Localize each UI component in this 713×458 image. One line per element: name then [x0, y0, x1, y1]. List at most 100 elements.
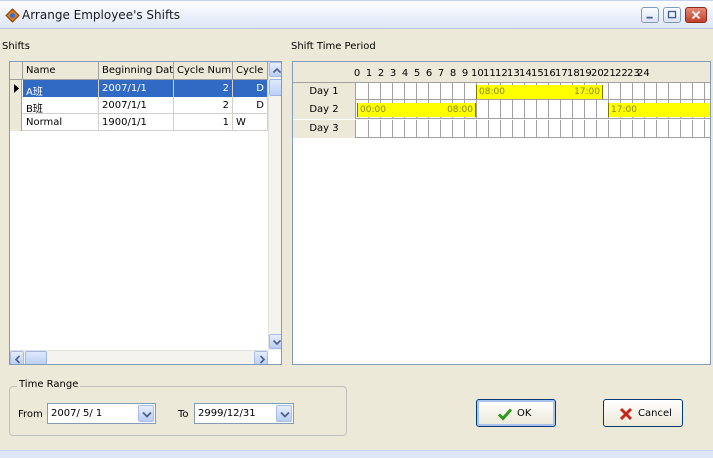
hour-cell[interactable] — [573, 120, 585, 138]
hour-cell[interactable] — [693, 120, 705, 138]
hour-cell[interactable] — [477, 101, 489, 119]
hour-cell[interactable] — [669, 120, 681, 138]
hour-cell[interactable] — [429, 120, 441, 138]
hour-cell[interactable] — [465, 120, 477, 138]
hour-cell[interactable] — [525, 120, 537, 138]
hour-cell[interactable] — [417, 83, 429, 101]
cell-cycle[interactable]: D — [233, 80, 268, 97]
day-row-3[interactable]: Day 3 — [293, 120, 710, 138]
hour-cell[interactable] — [645, 120, 657, 138]
day-row-2[interactable]: Day 2 00:00 08:00 17:00 — [293, 101, 710, 119]
from-date-dropdown-button[interactable] — [138, 405, 154, 422]
scroll-right-button[interactable] — [254, 351, 268, 364]
vertical-scroll-thumb[interactable] — [269, 79, 281, 96]
hour-cell[interactable] — [585, 101, 597, 119]
cell-beginning-date[interactable]: 2007/1/1 — [99, 97, 174, 114]
hour-cell[interactable] — [513, 120, 525, 138]
hour-cell[interactable] — [681, 83, 693, 101]
cell-beginning-date[interactable]: 2007/1/1 — [99, 80, 174, 97]
title-bar[interactable]: Arrange Employee's Shifts — [0, 1, 713, 29]
hour-cell[interactable] — [429, 83, 441, 101]
maximize-button[interactable] — [663, 7, 681, 23]
hour-cell[interactable] — [681, 120, 693, 138]
to-date-dropdown-button[interactable] — [276, 405, 292, 422]
hour-cell[interactable] — [489, 101, 501, 119]
hour-cell[interactable] — [561, 120, 573, 138]
hour-cell[interactable] — [489, 120, 501, 138]
hour-cell[interactable] — [441, 83, 453, 101]
column-header-cycle-num[interactable]: Cycle Num — [174, 62, 233, 80]
hour-cell[interactable] — [369, 83, 381, 101]
hour-cell[interactable] — [513, 101, 525, 119]
hour-cell[interactable] — [501, 101, 513, 119]
hour-cell[interactable] — [633, 83, 645, 101]
shift-bar[interactable]: 08:00 17:00 — [476, 85, 603, 99]
table-row[interactable]: Normal 1900/1/1 1 W — [10, 114, 268, 131]
hour-cell[interactable] — [609, 120, 621, 138]
hour-cell[interactable] — [621, 83, 633, 101]
day-row-1[interactable]: Day 1 08:00 17:00 — [293, 82, 710, 101]
cell-name[interactable]: B班 — [23, 97, 99, 114]
hour-cell[interactable] — [657, 83, 669, 101]
hour-cell[interactable] — [417, 120, 429, 138]
hour-cell[interactable] — [405, 120, 417, 138]
column-header-name[interactable]: Name — [23, 62, 99, 80]
from-date-combo[interactable]: 2007/ 5/ 1 — [47, 403, 156, 424]
hour-cell[interactable] — [393, 120, 405, 138]
scroll-up-button[interactable] — [269, 62, 281, 77]
shift-bar[interactable]: 00:00 08:00 — [357, 103, 476, 117]
vertical-scrollbar[interactable] — [268, 62, 281, 350]
hour-cell[interactable] — [645, 83, 657, 101]
hour-cell[interactable] — [561, 101, 573, 119]
hour-cell[interactable] — [609, 83, 621, 101]
hour-cell[interactable] — [621, 120, 633, 138]
cancel-button[interactable]: Cancel — [603, 399, 683, 427]
hour-cell[interactable] — [573, 101, 585, 119]
cell-cycle-num[interactable]: 1 — [174, 114, 233, 131]
shift-bar[interactable]: 17:00 — [608, 103, 710, 117]
shifts-grid[interactable]: Name Beginning Date Cycle Num Cycle A班 2… — [9, 61, 282, 365]
scroll-left-button[interactable] — [10, 351, 24, 364]
hour-cell[interactable] — [657, 120, 669, 138]
hour-cell[interactable] — [369, 120, 381, 138]
hour-cell[interactable] — [381, 120, 393, 138]
hour-cell[interactable] — [597, 120, 609, 138]
shift-time-period-grid[interactable]: 0 1 2 3 4 5 6 7 8 9 10 11 12 13 14 15 16… — [292, 61, 711, 365]
hour-cell[interactable] — [693, 83, 705, 101]
hour-cell[interactable] — [501, 120, 513, 138]
hour-cell[interactable] — [549, 120, 561, 138]
hour-cell[interactable] — [477, 120, 489, 138]
horizontal-scroll-thumb[interactable] — [25, 351, 47, 364]
hour-cell[interactable] — [633, 120, 645, 138]
close-button[interactable] — [685, 7, 707, 23]
hour-cell[interactable] — [537, 101, 549, 119]
column-header-beginning-date[interactable]: Beginning Date — [99, 62, 174, 80]
hour-cell[interactable] — [669, 83, 681, 101]
hour-cell[interactable] — [357, 83, 369, 101]
hour-cell[interactable] — [441, 120, 453, 138]
scroll-down-button[interactable] — [269, 334, 281, 349]
table-row[interactable]: A班 2007/1/1 2 D — [10, 80, 268, 97]
hour-cell[interactable] — [525, 101, 537, 119]
hour-cell[interactable] — [537, 120, 549, 138]
cell-name[interactable]: Normal — [23, 114, 99, 131]
cell-name[interactable]: A班 — [23, 80, 99, 97]
hour-cell[interactable] — [549, 101, 561, 119]
hour-cell[interactable] — [585, 120, 597, 138]
ok-button[interactable]: OK — [476, 399, 556, 427]
column-header-cycle[interactable]: Cycle — [233, 62, 268, 80]
to-date-combo[interactable]: 2999/12/31 — [194, 403, 294, 424]
cell-cycle-num[interactable]: 2 — [174, 97, 233, 114]
hour-cell[interactable] — [453, 83, 465, 101]
hour-cell[interactable] — [393, 83, 405, 101]
minimize-button[interactable] — [641, 7, 659, 23]
hour-cell[interactable] — [357, 120, 369, 138]
table-row[interactable]: B班 2007/1/1 2 D — [10, 97, 268, 114]
horizontal-scrollbar[interactable] — [10, 350, 268, 364]
cell-cycle[interactable]: D — [233, 97, 268, 114]
cell-cycle[interactable]: W — [233, 114, 268, 131]
hour-cell[interactable] — [405, 83, 417, 101]
cell-beginning-date[interactable]: 1900/1/1 — [99, 114, 174, 131]
hour-cell[interactable] — [381, 83, 393, 101]
hour-cell[interactable] — [453, 120, 465, 138]
